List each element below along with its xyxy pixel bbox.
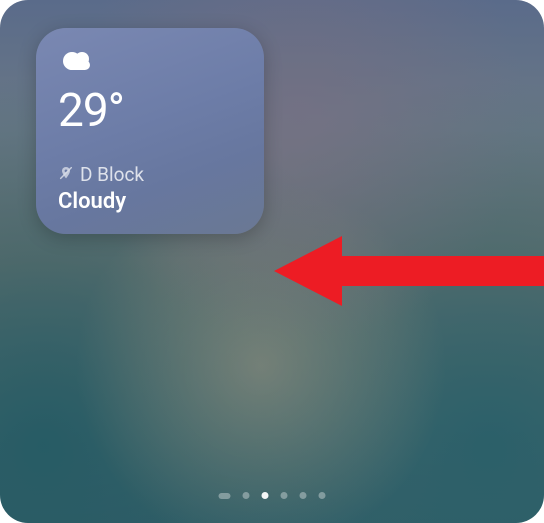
location-label: D Block bbox=[80, 163, 144, 186]
page-dot[interactable] bbox=[243, 492, 250, 499]
temperature-value: 29° bbox=[58, 88, 242, 134]
page-indicator[interactable] bbox=[219, 492, 326, 499]
page-dot[interactable] bbox=[300, 492, 307, 499]
annotation-arrow bbox=[274, 226, 544, 316]
page-dot[interactable] bbox=[262, 492, 269, 499]
page-dot[interactable] bbox=[281, 492, 288, 499]
page-dot[interactable] bbox=[319, 492, 326, 499]
location-row: D Block bbox=[58, 163, 242, 186]
search-pill-icon[interactable] bbox=[219, 493, 231, 499]
location-off-icon bbox=[58, 165, 74, 185]
condition-label: Cloudy bbox=[58, 189, 242, 214]
weather-widget[interactable]: 29° D Block Cloudy bbox=[36, 28, 264, 234]
home-screen[interactable]: 29° D Block Cloudy bbox=[0, 0, 544, 523]
cloud-icon bbox=[58, 48, 242, 78]
